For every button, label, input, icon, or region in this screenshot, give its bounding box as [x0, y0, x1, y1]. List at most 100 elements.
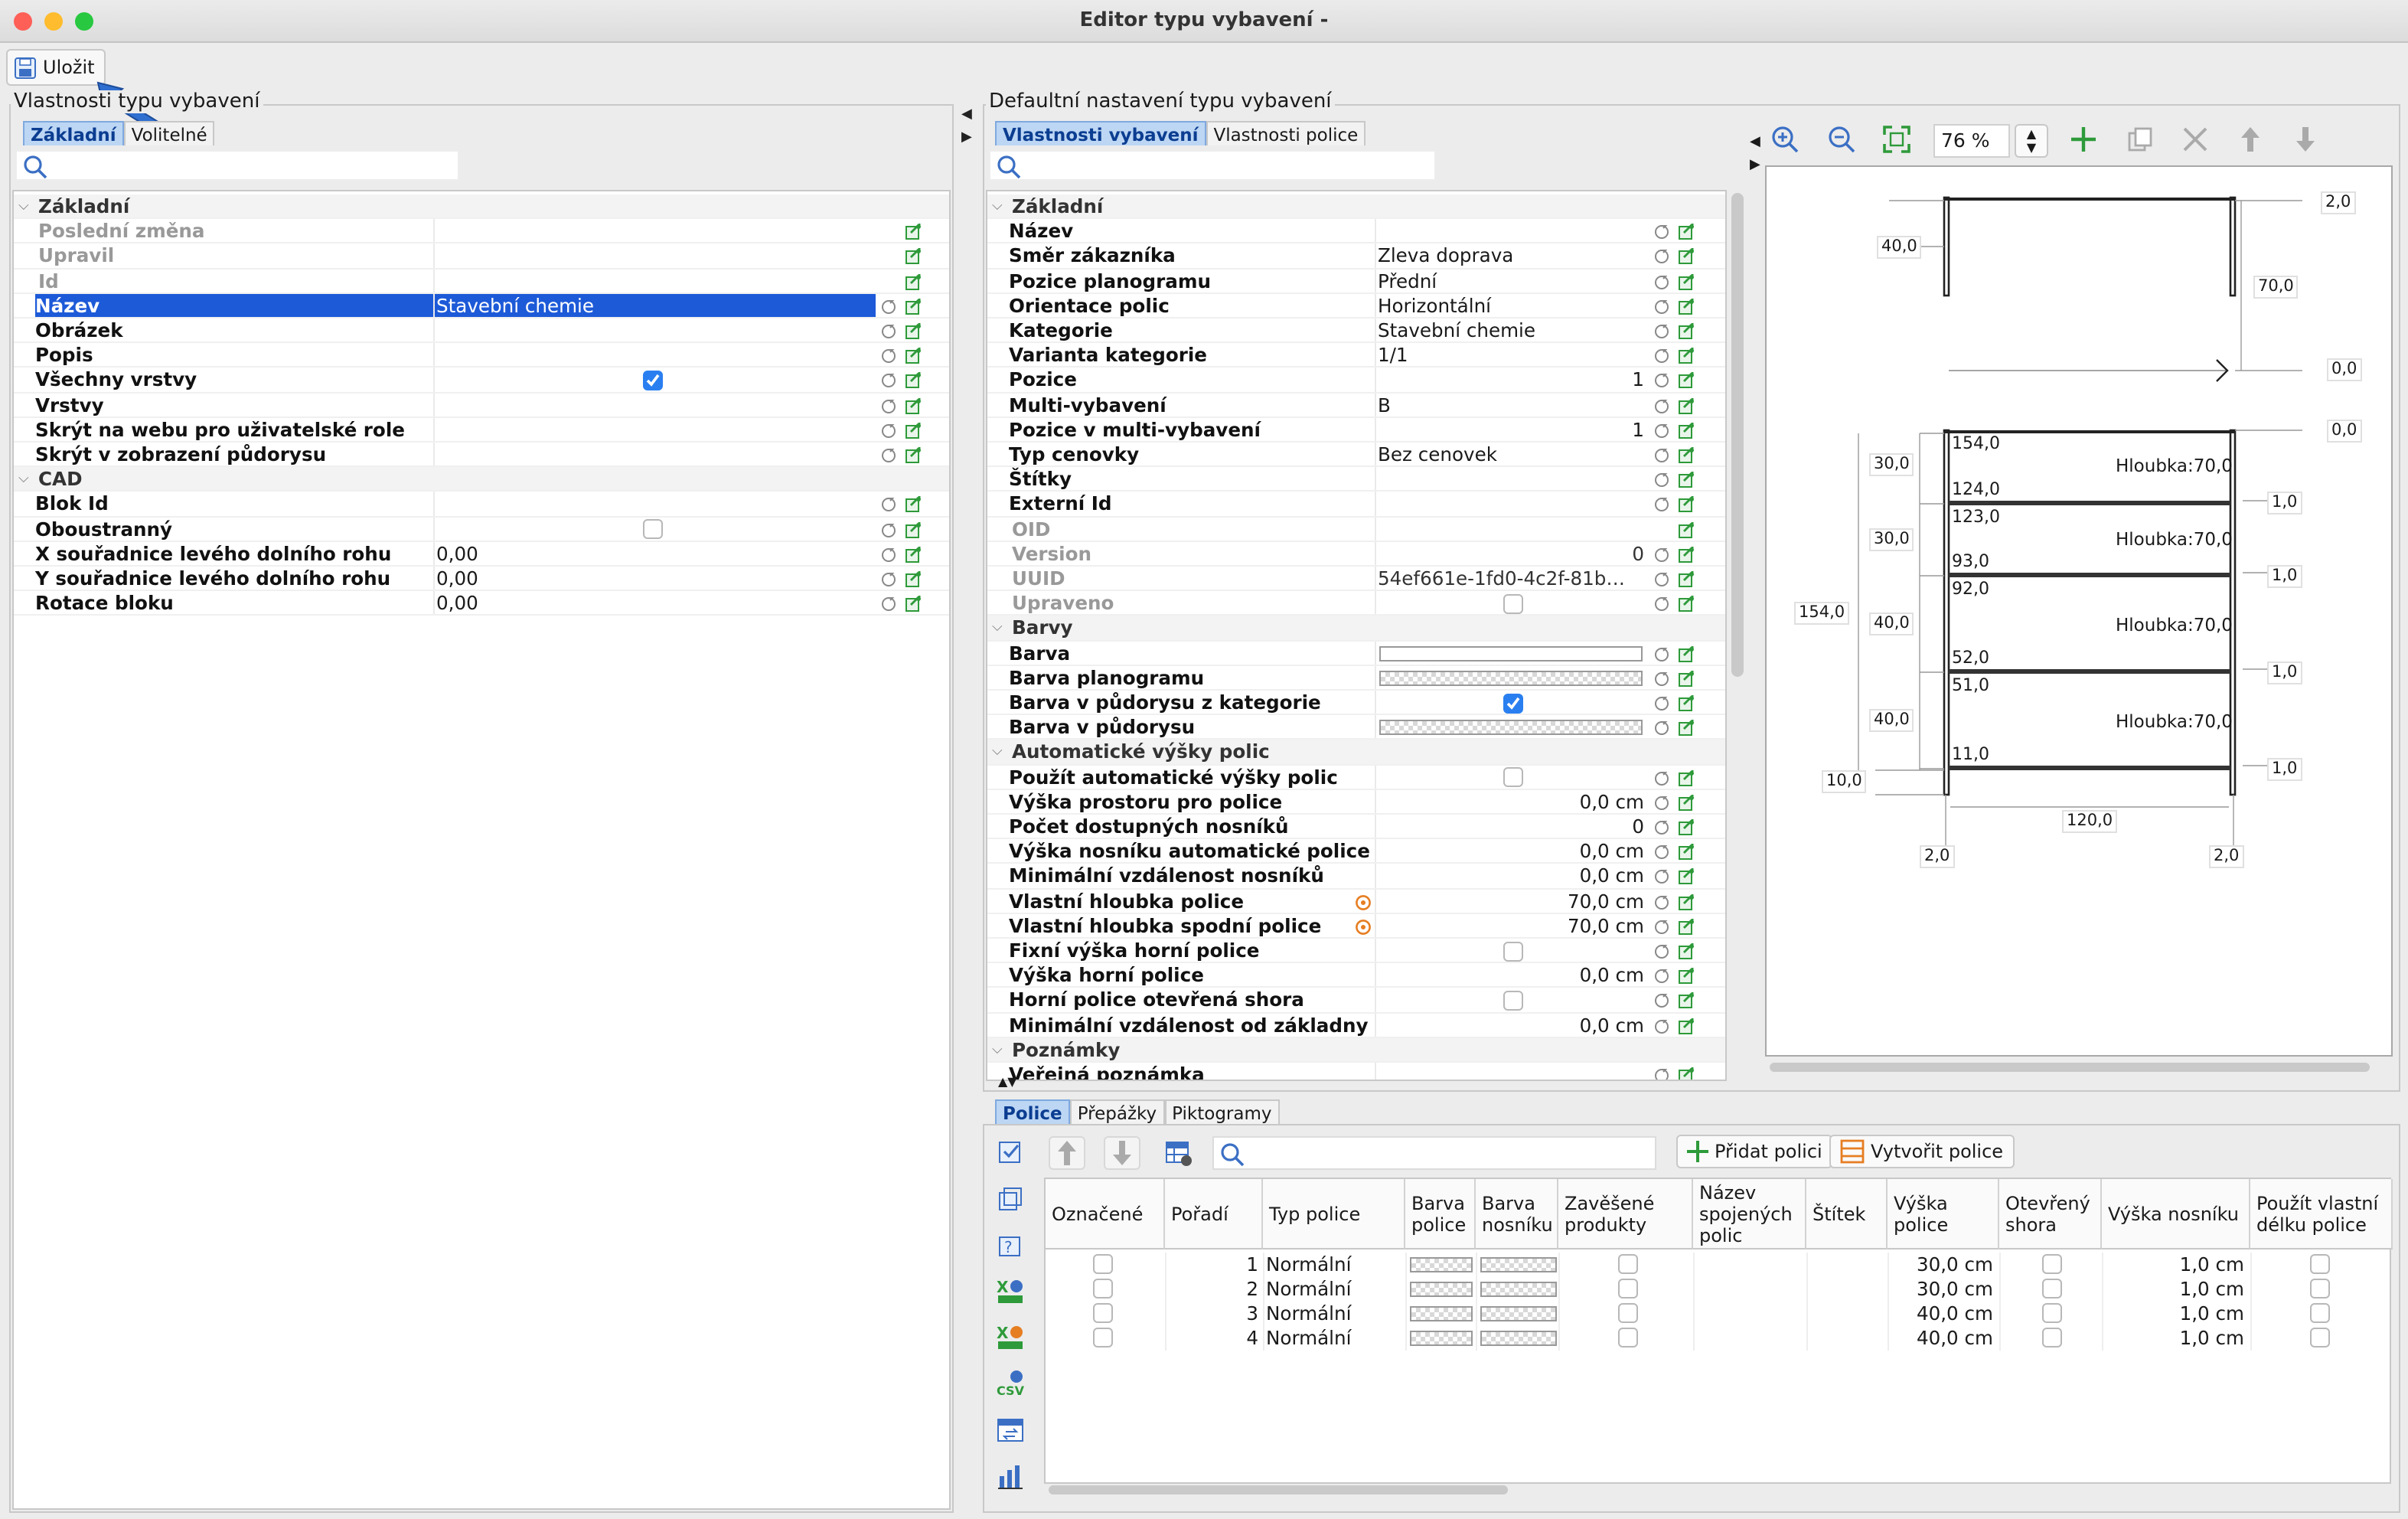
property-value[interactable]: 0,00 [436, 542, 873, 567]
property-checkbox[interactable] [643, 519, 663, 540]
row-checkbox[interactable] [1093, 1279, 1113, 1298]
inherit-value-icon[interactable] [1678, 520, 1695, 538]
inherit-value-icon[interactable] [1678, 247, 1695, 265]
property-value[interactable]: Stavební chemie [1378, 318, 1647, 343]
reset-value-icon[interactable] [880, 396, 897, 413]
reset-value-icon[interactable] [1653, 718, 1670, 736]
reset-value-icon[interactable] [880, 346, 897, 364]
property-value[interactable]: Horizontální [1378, 294, 1647, 318]
inherit-value-icon[interactable] [905, 594, 922, 612]
property-row[interactable]: Všechny vrstvy [14, 368, 949, 394]
property-checkbox[interactable] [1503, 990, 1523, 1011]
property-row[interactable]: Fixní výška horní police [987, 939, 1725, 964]
property-row[interactable]: Kategorie Stavební chemie [987, 318, 1725, 344]
color-swatch[interactable] [1410, 1282, 1473, 1297]
inherit-value-icon[interactable] [1678, 818, 1695, 835]
property-row[interactable]: Orientace polic Horizontální [987, 293, 1725, 318]
inherit-value-icon[interactable] [1678, 991, 1695, 1009]
reset-value-icon[interactable] [1653, 222, 1670, 240]
property-value[interactable]: 0,00 [436, 567, 873, 591]
shelf-down-button[interactable] [1104, 1136, 1140, 1170]
chevron-down-icon[interactable]: ⌵ [992, 194, 1003, 219]
inherit-value-icon[interactable] [905, 446, 922, 463]
property-section[interactable]: ⌵ Automatické výšky polic [987, 740, 1725, 766]
inherit-value-icon[interactable] [1678, 942, 1695, 959]
chevron-down-icon[interactable]: ⌵ [992, 740, 1003, 765]
right-property-grid[interactable]: ⌵ Základní Název Směr zákazníka Zleva doprav… [986, 190, 1727, 1081]
property-row[interactable]: Popis [14, 343, 949, 368]
inherit-value-icon[interactable] [1678, 495, 1695, 513]
property-row[interactable]: Blok Id [14, 492, 949, 518]
property-value[interactable]: 0,00 [436, 591, 873, 616]
reset-value-icon[interactable] [1653, 396, 1670, 413]
color-swatch[interactable] [1480, 1306, 1557, 1321]
inherit-value-icon[interactable] [1678, 222, 1695, 240]
column-header[interactable]: Výška nosníku [2102, 1179, 2250, 1250]
table-row[interactable]: 1 Normální 30,0 cm 1,0 cm [1046, 1253, 2390, 1277]
row-checkbox[interactable] [1618, 1328, 1638, 1348]
property-row[interactable]: Version 0 [987, 541, 1725, 567]
property-row[interactable]: Externí Id [987, 492, 1725, 518]
table-row[interactable]: 4 Normální 40,0 cm 1,0 cm [1046, 1326, 2390, 1351]
property-row[interactable]: Minimální vzdálenost od základny 0,0 cm [987, 1013, 1725, 1038]
column-header[interactable]: Typ police [1263, 1179, 1405, 1250]
property-row[interactable]: Skrýt na webu pro uživatelské role [14, 417, 949, 443]
tab-zakladni[interactable]: Základní [23, 121, 124, 145]
property-row[interactable]: Horní police otevřená shora [987, 988, 1725, 1014]
add-shelf-button[interactable]: Přidat polici [1676, 1135, 1833, 1168]
property-checkbox[interactable] [1503, 593, 1523, 614]
property-row[interactable]: Počet dostupných nosníků 0 [987, 815, 1725, 840]
inherit-value-icon[interactable] [905, 297, 922, 315]
row-checkbox[interactable] [2042, 1328, 2062, 1348]
help-copy-button[interactable]: ? [995, 1230, 1026, 1260]
splitter-arrows[interactable]: ◀ ▶ [961, 104, 974, 150]
property-row[interactable]: Vlastní hloubka spodní police 70,0 cm [987, 913, 1725, 939]
row-checkbox[interactable] [1618, 1254, 1638, 1274]
inherit-value-icon[interactable] [905, 322, 922, 339]
reset-value-icon[interactable] [1653, 247, 1670, 264]
property-value[interactable]: 0,0 cm [1580, 790, 1644, 815]
reset-value-icon[interactable] [1653, 991, 1670, 1008]
inherit-value-icon[interactable] [1678, 917, 1695, 935]
tab-police[interactable]: Police [995, 1099, 1070, 1124]
reset-value-icon[interactable] [1653, 694, 1670, 710]
right-grid-scrollbar[interactable] [1731, 193, 1744, 677]
property-row[interactable]: Minimální vzdálenost nosníků 0,0 cm [987, 864, 1725, 890]
tab-piktogramy[interactable]: Piktogramy [1164, 1099, 1280, 1124]
reset-value-icon[interactable] [1653, 322, 1670, 338]
reset-value-icon[interactable] [1653, 446, 1670, 462]
property-value[interactable]: 0,0 cm [1580, 1013, 1644, 1037]
add-button[interactable] [2065, 122, 2102, 156]
row-checkbox[interactable] [2042, 1254, 2062, 1274]
row-checkbox[interactable] [2310, 1303, 2330, 1323]
shelf-height-cell[interactable]: 30,0 cm [1888, 1277, 1993, 1302]
create-shelves-button[interactable]: Vytvořit police [1829, 1135, 2015, 1168]
property-row[interactable]: OID [987, 517, 1725, 542]
reset-value-icon[interactable] [1653, 644, 1670, 662]
inherit-value-icon[interactable] [1678, 793, 1695, 811]
reset-value-icon[interactable] [880, 495, 897, 512]
reset-value-icon[interactable] [880, 297, 897, 314]
right-search-input[interactable] [989, 150, 1436, 181]
drawing-scrollbar[interactable] [1770, 1063, 2370, 1072]
zoom-stepper[interactable]: ▲ ▼ [2015, 124, 2048, 158]
zoom-out-button[interactable] [1823, 122, 1860, 156]
table-transfer-button[interactable] [995, 1415, 1026, 1446]
inherit-value-icon[interactable] [905, 272, 922, 290]
inherit-value-icon[interactable] [1678, 966, 1695, 985]
property-section[interactable]: ⌵ Barvy [987, 616, 1725, 642]
left-property-grid[interactable]: ⌵ Základní Poslední změna Upravil Id Název Sta… [12, 190, 951, 1510]
property-section[interactable]: ⌵ Základní [14, 194, 949, 220]
property-row[interactable]: Barva [987, 641, 1725, 666]
column-header[interactable]: Barva nosníku [1476, 1179, 1558, 1250]
property-value[interactable]: 1 [1632, 418, 1644, 443]
inherit-value-icon[interactable] [1678, 396, 1695, 414]
copy-button[interactable] [2122, 122, 2158, 156]
row-checkbox[interactable] [2310, 1279, 2330, 1298]
reset-value-icon[interactable] [1653, 1016, 1670, 1034]
property-row[interactable]: Typ cenovky Bez cenovek [987, 443, 1725, 468]
color-swatch[interactable] [1410, 1331, 1473, 1346]
inherit-value-icon[interactable] [905, 222, 922, 240]
property-checkbox[interactable] [1503, 767, 1523, 788]
property-value[interactable]: Stavební chemie [436, 294, 873, 318]
